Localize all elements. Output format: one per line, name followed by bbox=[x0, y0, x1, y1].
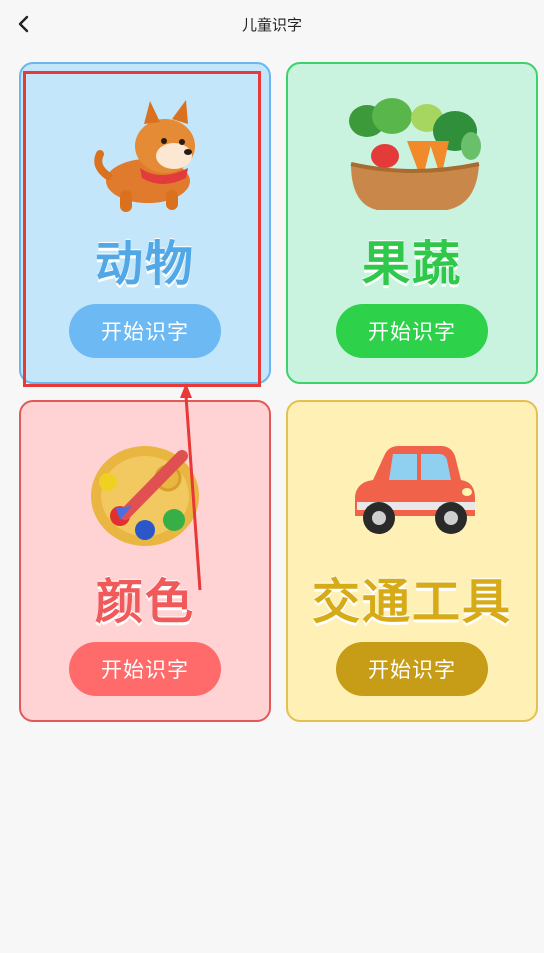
category-card-animals[interactable]: 动物 开始识字 bbox=[19, 62, 271, 384]
dog-icon bbox=[70, 86, 220, 226]
page-title: 儿童识字 bbox=[241, 16, 302, 34]
car-icon bbox=[337, 424, 487, 564]
category-card-colors[interactable]: 颜色 开始识字 bbox=[19, 400, 271, 722]
start-button-colors[interactable]: 开始识字 bbox=[69, 642, 221, 696]
start-button-vehicles[interactable]: 开始识字 bbox=[336, 642, 488, 696]
category-label-vegetables: 果蔬 bbox=[361, 236, 462, 292]
category-card-vehicles[interactable]: 交通工具 开始识字 bbox=[286, 400, 538, 722]
category-label-colors: 颜色 bbox=[94, 574, 195, 630]
category-card-vegetables[interactable]: 果蔬 开始识字 bbox=[286, 62, 538, 384]
category-label-vehicles: 交通工具 bbox=[311, 574, 512, 630]
paint-palette-icon bbox=[70, 424, 220, 564]
page: 儿童识字 动物 开始识字 果蔬 开始识字 颜色 开始识字 交通工具 开始识字 bbox=[0, 0, 544, 953]
start-button-vegetables[interactable]: 开始识字 bbox=[336, 304, 488, 358]
top-bar: 儿童识字 bbox=[0, 0, 544, 50]
category-label-animals: 动物 bbox=[94, 236, 195, 292]
start-button-animals[interactable]: 开始识字 bbox=[69, 304, 221, 358]
vegetable-basket-icon bbox=[337, 86, 487, 226]
